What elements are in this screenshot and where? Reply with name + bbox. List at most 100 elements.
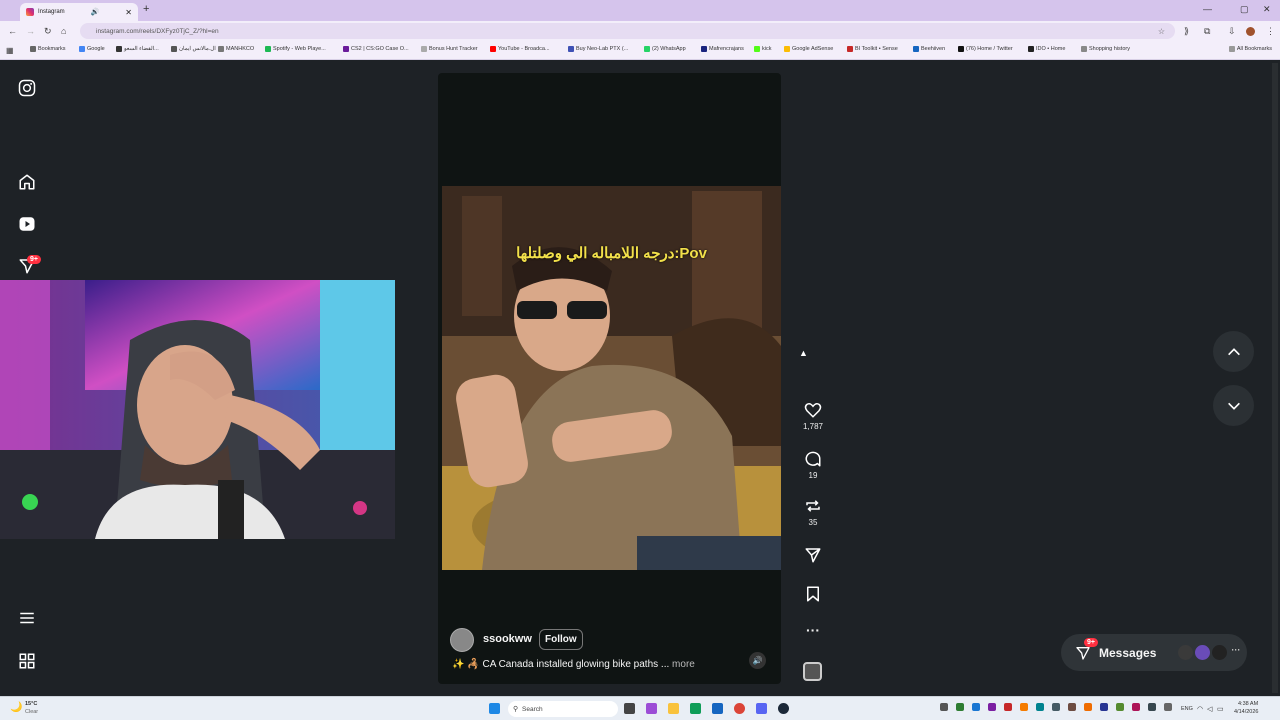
bookmark-item[interactable]: ال.مالانس ايمان	[171, 46, 216, 52]
tray-app-icon[interactable]	[1100, 703, 1108, 711]
edge-icon[interactable]	[690, 703, 701, 714]
bookmark-item[interactable]: kick	[754, 46, 771, 52]
bookmark-item[interactable]: Mafrencrajans	[701, 46, 744, 52]
bookmark-item[interactable]: (2) WhatsApp	[644, 46, 686, 52]
speaker-icon[interactable]: 🔊	[91, 8, 100, 16]
downloads-icon[interactable]: ⇩	[1228, 26, 1236, 37]
forward-icon[interactable]: →	[26, 26, 35, 36]
repost-action[interactable]: 35	[800, 497, 826, 527]
more-link[interactable]: more	[672, 659, 695, 670]
chevron-up-icon	[1227, 347, 1240, 355]
more-menu-icon[interactable]	[18, 609, 36, 627]
reel-video[interactable]: درجه اللامباله الي وصلتلها:Pov	[442, 186, 781, 570]
taskbar-search-input[interactable]: ⚲ Search	[508, 701, 618, 717]
profile-avatar[interactable]	[1246, 27, 1255, 36]
start-windows-icon[interactable]	[489, 703, 500, 714]
bookmark-item[interactable]: (76) Home / Twitter	[958, 46, 1013, 52]
tray-app-icon[interactable]	[1132, 703, 1140, 711]
clock-date[interactable]: 4/14/2026	[1234, 709, 1258, 715]
puzzle-icon[interactable]: ⧉	[1204, 26, 1210, 37]
store-icon[interactable]	[712, 703, 723, 714]
tray-app-icon[interactable]	[956, 703, 964, 711]
also-from-meta-icon[interactable]	[18, 652, 36, 670]
message-avatars: ···	[1178, 645, 1240, 660]
tray-chevron-icon[interactable]	[1164, 703, 1172, 711]
scrollbar[interactable]	[1272, 63, 1278, 693]
url-bar[interactable]: instagram.com/reels/DXFyz0TjC_Z/?hl=en ☆	[80, 23, 1175, 39]
like-action[interactable]: 1,787	[800, 401, 826, 431]
save-action[interactable]	[800, 585, 826, 606]
messages-button[interactable]: 9+ Messages ···	[1061, 634, 1247, 671]
audio-thumbnail[interactable]	[803, 662, 822, 681]
wifi-icon[interactable]: ◠	[1197, 705, 1203, 713]
share-action[interactable]	[800, 546, 826, 567]
copilot-icon[interactable]	[646, 703, 657, 714]
back-icon[interactable]: ←	[8, 26, 17, 36]
close-window-icon[interactable]: ✕	[1263, 4, 1271, 15]
file-explorer-icon[interactable]	[668, 703, 679, 714]
previous-reel-button[interactable]	[1213, 331, 1254, 372]
apps-grid-icon[interactable]: ▦	[6, 46, 14, 55]
home-nav-icon[interactable]	[18, 173, 36, 191]
next-reel-button[interactable]	[1213, 385, 1254, 426]
reels-nav-icon[interactable]	[18, 215, 36, 233]
mute-toggle-icon[interactable]: 🔊	[749, 652, 766, 669]
menu-dots-icon[interactable]: ⋮	[1266, 26, 1275, 37]
bookmark-icon[interactable]	[804, 585, 822, 603]
tray-app-icon[interactable]	[1068, 703, 1076, 711]
tray-app-icon[interactable]	[1020, 703, 1028, 711]
instagram-logo-icon[interactable]	[18, 79, 36, 97]
minimize-icon[interactable]: —	[1203, 4, 1212, 14]
bookmark-item[interactable]: Beehiiven	[913, 46, 945, 52]
bookmark-item[interactable]: Bonus Hunt Tracker	[421, 46, 478, 52]
bookmark-item[interactable]: Spotify - Web Playe...	[265, 46, 326, 52]
browser-tab-instagram[interactable]: Instagram 🔊 ✕	[20, 3, 138, 21]
bookmark-item[interactable]: Google AdSense	[784, 46, 833, 52]
tray-app-icon[interactable]	[972, 703, 980, 711]
more-options-icon[interactable]: ···	[800, 622, 826, 638]
tray-app-icon[interactable]	[988, 703, 996, 711]
task-view-icon[interactable]	[624, 703, 635, 714]
volume-icon[interactable]: ◁	[1207, 705, 1212, 713]
bookmark-item[interactable]: BI Toolkit • Sense	[847, 46, 898, 52]
heart-icon[interactable]	[804, 401, 822, 419]
share-icon[interactable]	[804, 546, 822, 564]
discord-icon[interactable]	[756, 703, 767, 714]
maximize-icon[interactable]: ▢	[1240, 4, 1249, 15]
tray-app-icon[interactable]	[1084, 703, 1092, 711]
home-icon[interactable]: ⌂	[61, 26, 66, 36]
author-username[interactable]: ssookww	[483, 633, 532, 645]
bookmark-item[interactable]: Shopping history	[1081, 46, 1130, 52]
bookmark-label: (2) WhatsApp	[652, 46, 686, 52]
author-avatar[interactable]	[450, 628, 474, 652]
bookmark-item[interactable]: Bookmarks	[30, 46, 66, 52]
extension-icon[interactable]: ⟫	[1184, 26, 1189, 37]
tray-app-icon[interactable]	[1116, 703, 1124, 711]
bookmark-item[interactable]: IDO • Home	[1028, 46, 1065, 52]
reload-icon[interactable]: ↻	[44, 26, 52, 37]
comment-icon[interactable]	[804, 450, 822, 468]
chrome-icon[interactable]	[734, 703, 745, 714]
battery-icon[interactable]: ▭	[1217, 705, 1224, 713]
close-tab-icon[interactable]: ✕	[125, 8, 132, 17]
bookmark-item[interactable]: Buy Neo-Lab PTX (...	[568, 46, 628, 52]
new-tab-button[interactable]: +	[143, 3, 149, 15]
steam-icon[interactable]	[778, 703, 789, 714]
bookmark-item[interactable]: CS2 | CS:GO Case O...	[343, 46, 409, 52]
bookmark-star-icon[interactable]: ☆	[1158, 27, 1165, 36]
language-indicator[interactable]: ENG	[1181, 706, 1193, 712]
tray-app-icon[interactable]	[1148, 703, 1156, 711]
repost-icon[interactable]	[804, 497, 822, 515]
bookmark-item[interactable]: YouTube - Broadca...	[490, 46, 550, 52]
tray-app-icon[interactable]	[1004, 703, 1012, 711]
bookmark-item[interactable]: القضاء السعو...	[116, 46, 159, 52]
tray-app-icon[interactable]	[1036, 703, 1044, 711]
tray-app-icon[interactable]	[1052, 703, 1060, 711]
comment-action[interactable]: 19	[800, 450, 826, 480]
tray-app-icon[interactable]	[940, 703, 948, 711]
follow-button[interactable]: Follow	[539, 629, 583, 650]
bookmark-item[interactable]: MANHKCO	[218, 46, 254, 52]
bookmark-item[interactable]: Google	[79, 46, 105, 52]
clock-time[interactable]: 4:38 AM	[1238, 701, 1258, 707]
all-bookmarks-link[interactable]: All Bookmarks	[1228, 46, 1272, 52]
